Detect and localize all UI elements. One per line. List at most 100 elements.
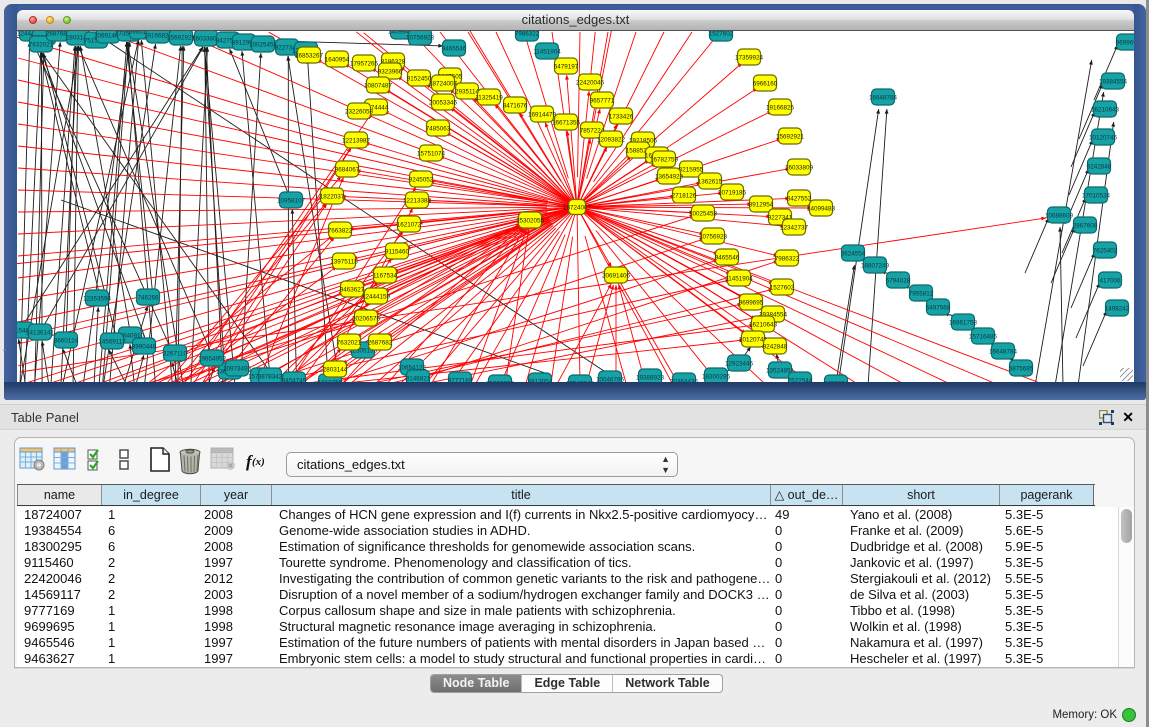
svg-text:7625402: 7625402	[1093, 247, 1118, 254]
svg-text:1498242: 1498242	[1105, 305, 1130, 312]
svg-text:1167534: 1167534	[373, 272, 398, 279]
svg-text:16671355: 16671355	[552, 119, 581, 126]
svg-text:8660124: 8660124	[54, 337, 79, 344]
svg-text:14569117: 14569117	[98, 338, 126, 345]
svg-text:1362615: 1362615	[698, 178, 723, 185]
svg-text:7663822: 7663822	[328, 227, 353, 234]
svg-text:10719185: 10719185	[718, 189, 747, 196]
svg-text:1640954: 1640954	[325, 56, 350, 63]
svg-text:1527602: 1527602	[709, 31, 734, 37]
svg-text:7955812: 7955812	[909, 290, 934, 297]
svg-text:417006: 417006	[1099, 277, 1121, 284]
svg-text:16961758: 16961758	[949, 319, 978, 326]
svg-text:8215955: 8215955	[679, 166, 704, 173]
svg-text:1010755: 1010755	[318, 379, 343, 382]
svg-text:16648784: 16648784	[869, 94, 898, 101]
svg-text:12342737: 12342737	[780, 224, 809, 231]
svg-text:17010534: 17010534	[1082, 192, 1111, 199]
svg-text:8454749: 8454749	[282, 377, 307, 382]
svg-text:19166825: 19166825	[766, 104, 795, 111]
svg-text:2522544: 2522544	[788, 377, 813, 382]
svg-text:6497568: 6497568	[926, 304, 951, 311]
svg-text:8912954: 8912954	[749, 201, 774, 208]
svg-text:23226058: 23226058	[345, 108, 374, 115]
svg-text:17359924: 17359924	[735, 54, 764, 61]
svg-text:(x): (x)	[252, 456, 265, 468]
svg-text:9465546: 9465546	[715, 254, 740, 261]
svg-text:12353594: 12353594	[83, 295, 112, 302]
svg-text:10025458: 10025458	[689, 210, 718, 217]
svg-text:10025458: 10025458	[249, 41, 278, 48]
svg-text:9699695: 9699695	[1116, 39, 1134, 46]
svg-text:16210643: 16210643	[1091, 106, 1120, 113]
svg-text:11325419: 11325419	[475, 94, 503, 101]
svg-text:8990448: 8990448	[132, 343, 157, 350]
svg-text:9115460: 9115460	[385, 248, 410, 255]
svg-text:10688609: 10688609	[1045, 212, 1074, 219]
svg-text:20053346: 20053346	[429, 99, 458, 106]
svg-text:19384554: 19384554	[1099, 78, 1128, 85]
svg-text:9323966: 9323966	[378, 68, 403, 75]
svg-text:7632021: 7632021	[29, 41, 54, 48]
svg-text:20206576: 20206576	[352, 315, 381, 322]
svg-text:10973493: 10973493	[223, 365, 252, 372]
svg-text:2718126: 2718126	[672, 192, 697, 199]
svg-text:10046786: 10046786	[596, 376, 625, 382]
svg-text:17957265: 17957265	[350, 60, 379, 67]
svg-text:7632021: 7632021	[337, 339, 362, 346]
svg-text:10807487: 10807487	[364, 82, 393, 89]
svg-text:16648784: 16648784	[989, 348, 1018, 355]
svg-text:18724007: 18724007	[563, 204, 592, 211]
svg-text:9465546: 9465546	[442, 45, 467, 52]
svg-text:9777169: 9777169	[448, 377, 473, 382]
svg-text:3624554: 3624554	[841, 250, 866, 257]
svg-text:2453384: 2453384	[824, 380, 849, 382]
svg-text:2803144: 2803144	[323, 366, 348, 373]
svg-text:14099483: 14099483	[807, 205, 836, 212]
svg-text:13975115: 13975115	[330, 258, 358, 265]
svg-text:10958107: 10958107	[277, 197, 306, 204]
svg-text:1621072: 1621072	[397, 221, 422, 228]
svg-text:22420046: 22420046	[576, 79, 605, 86]
svg-text:9657771: 9657771	[590, 97, 615, 104]
svg-text:9245052: 9245052	[409, 176, 434, 183]
svg-text:9463627: 9463627	[340, 286, 365, 293]
svg-text:16210643: 16210643	[749, 321, 778, 328]
svg-text:18300295: 18300295	[702, 373, 731, 380]
svg-text:20364436: 20364436	[670, 378, 699, 382]
svg-text:9242848: 9242848	[1087, 163, 1112, 170]
svg-text:20691406: 20691406	[602, 272, 631, 279]
svg-text:12444159: 12444159	[362, 293, 391, 300]
svg-text:13654923: 13654923	[655, 173, 684, 180]
svg-text:11451904: 11451904	[533, 48, 561, 55]
svg-text:16782759: 16782759	[650, 156, 679, 163]
svg-text:12093822: 12093822	[597, 136, 626, 143]
svg-text:9146821: 9146821	[406, 375, 431, 382]
svg-text:25302055: 25302055	[516, 217, 545, 224]
svg-text:3878342: 3878342	[258, 373, 283, 380]
svg-text:15716485: 15716485	[969, 333, 998, 340]
svg-text:746266: 746266	[137, 294, 159, 301]
svg-text:9684067: 9684067	[335, 166, 360, 173]
svg-text:16853267: 16853267	[295, 52, 324, 59]
svg-text:19388923: 19388923	[636, 374, 665, 381]
svg-text:7485063: 7485063	[426, 125, 451, 132]
svg-text:6479197: 6479197	[554, 63, 579, 70]
svg-text:12923446: 12923446	[725, 360, 754, 367]
svg-text:16033809: 16033809	[785, 164, 814, 171]
svg-text:1527602: 1527602	[770, 284, 795, 291]
svg-text:25302055: 25302055	[486, 380, 515, 382]
svg-text:18724007: 18724007	[429, 80, 458, 87]
svg-text:9699695: 9699695	[739, 299, 764, 306]
svg-text:18807249: 18807249	[861, 262, 890, 269]
svg-text:7986322: 7986322	[515, 31, 540, 37]
svg-text:15751074: 15751074	[417, 150, 446, 157]
svg-text:19654952: 19654952	[198, 355, 227, 362]
svg-text:8813054: 8813054	[528, 378, 553, 382]
svg-text:7986322: 7986322	[775, 255, 800, 262]
svg-text:10756928: 10756928	[406, 34, 435, 41]
svg-text:3267110: 3267110	[163, 350, 188, 357]
svg-text:2687682: 2687682	[368, 339, 393, 346]
svg-text:10120746: 10120746	[1089, 134, 1118, 141]
svg-text:16543342: 16543342	[566, 380, 595, 382]
